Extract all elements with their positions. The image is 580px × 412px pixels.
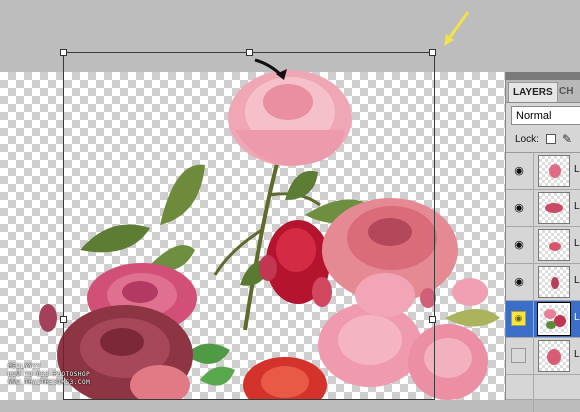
divider [533, 264, 534, 301]
layer-row[interactable]: ◉ L [506, 190, 580, 227]
layer-name[interactable]: L [574, 349, 580, 360]
layer-row[interactable]: L [506, 338, 580, 375]
eye-icon[interactable]: ◉ [511, 311, 526, 326]
divider [533, 375, 534, 412]
divider [533, 301, 534, 338]
layer-name[interactable]: L [574, 275, 580, 286]
layer-thumbnail [538, 155, 570, 187]
watermark-line-2: HOW TO USE PHOTOSHOP [8, 371, 91, 378]
lock-label: Lock: [515, 134, 539, 145]
eye-icon[interactable]: ◉ [510, 273, 528, 291]
layer-thumbnail [538, 192, 570, 224]
watermark-line-3: WWW.THAITHESIMS3.COM [8, 379, 91, 386]
eye-icon[interactable]: ◉ [510, 236, 528, 254]
panel-tabs: LAYERS CH [506, 80, 580, 103]
layer-row[interactable]: ◉ L [506, 264, 580, 301]
layer-name[interactable]: L [574, 201, 580, 212]
layer-thumbnail [537, 302, 571, 336]
layer-row[interactable]: ◉ L [506, 227, 580, 264]
layer-row[interactable] [506, 375, 580, 412]
annotation-arrow-yellow [444, 11, 470, 46]
layer-thumbnail [538, 266, 570, 298]
layer-name[interactable]: L [574, 312, 580, 323]
rose-artwork[interactable] [0, 0, 505, 400]
lock-transparent-icon[interactable] [546, 134, 556, 144]
divider [533, 338, 534, 375]
blend-mode-select[interactable]: Normal [511, 106, 580, 125]
eye-icon[interactable]: ◉ [510, 199, 528, 217]
divider [533, 153, 534, 190]
layer-thumbnail [538, 229, 570, 261]
eye-icon-hidden[interactable] [511, 348, 526, 363]
layer-name[interactable]: L [574, 238, 580, 249]
watermark: MEILYYYY HOW TO USE PHOTOSHOP WWW.THAITH… [8, 363, 90, 387]
layer-row-selected[interactable]: ◉ L [506, 301, 580, 338]
panel-title-bar[interactable] [506, 72, 580, 80]
layer-row[interactable]: ◉ L [506, 153, 580, 190]
divider [533, 227, 534, 264]
watermark-line-1: MEILYYYY [8, 363, 41, 370]
layers-panel: LAYERS CH Normal Lock: ✎ ◉ L ◉ L ◉ L ◉ L… [505, 72, 580, 412]
lock-brush-icon[interactable]: ✎ [562, 132, 572, 146]
tab-layers[interactable]: LAYERS [508, 82, 558, 102]
layer-name[interactable]: L [574, 164, 580, 175]
tab-channels[interactable]: CH [555, 82, 577, 102]
layer-thumbnail [538, 340, 570, 372]
eye-icon[interactable]: ◉ [510, 162, 528, 180]
divider [533, 190, 534, 227]
